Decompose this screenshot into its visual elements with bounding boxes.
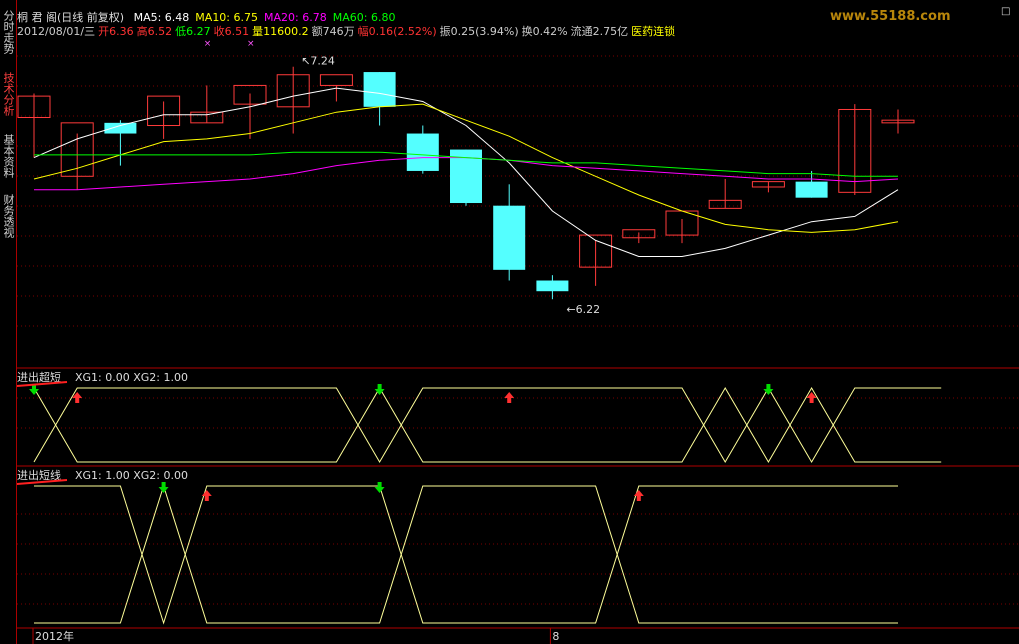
arrow-shaft bbox=[377, 482, 382, 487]
watermark: www.55188.com bbox=[830, 9, 951, 24]
indicator-values: XG1: 0.00 XG2: 1.00 bbox=[75, 371, 188, 384]
arrow-head bbox=[633, 490, 644, 496]
indicator-title: 进出短线 bbox=[17, 468, 61, 482]
candle-body bbox=[493, 205, 526, 270]
candle-body bbox=[104, 122, 137, 134]
x-tick-label: 8 bbox=[552, 630, 559, 643]
low-price-label: ←6.22 bbox=[566, 303, 600, 316]
quote-info-line: 2012/08/01/三 开6.36 高6.52 低6.27 收6.51 量11600.2… bbox=[17, 23, 678, 39]
quote-field: 高6.52 bbox=[136, 25, 173, 38]
candle-body bbox=[319, 74, 353, 86]
quote-field: 收6.51 bbox=[213, 25, 250, 38]
quote-field: 振0.25(3.94%) bbox=[439, 25, 519, 38]
indicator-values: XG1: 1.00 XG2: 0.00 bbox=[75, 469, 188, 482]
indicator-title: 进出超短 bbox=[17, 370, 61, 384]
arrow-head bbox=[806, 392, 817, 398]
arrow-head bbox=[72, 392, 83, 398]
high-price-label: ↖7.24 bbox=[301, 55, 335, 68]
quote-field: 2012/08/01/三 bbox=[17, 25, 96, 38]
quote-field: 额746万 bbox=[311, 25, 355, 38]
signal-marker: × bbox=[247, 39, 255, 49]
arrow-head bbox=[374, 487, 385, 493]
quote-field: 换0.42% bbox=[521, 25, 568, 38]
arrow-shaft bbox=[204, 496, 209, 501]
buy-arrow-icon bbox=[504, 392, 515, 403]
arrow-shaft bbox=[766, 384, 771, 389]
arrow-shaft bbox=[636, 496, 641, 501]
x-tick-label: 2012年 bbox=[35, 629, 74, 643]
candle-body bbox=[536, 280, 569, 292]
arrow-shaft bbox=[377, 384, 382, 389]
arrow-shaft bbox=[75, 398, 80, 403]
arrow-head bbox=[504, 392, 515, 398]
maximize-icon[interactable]: □ bbox=[1001, 6, 1015, 18]
quote-field: 低6.27 bbox=[175, 25, 211, 38]
sell-arrow-icon bbox=[158, 482, 169, 493]
buy-arrow-icon bbox=[633, 490, 644, 501]
candle-body bbox=[795, 181, 828, 198]
candle-body bbox=[363, 72, 396, 107]
quote-field: 量11600.2 bbox=[252, 25, 309, 38]
sell-arrow-icon bbox=[374, 482, 385, 493]
arrow-shaft bbox=[161, 482, 166, 487]
quote-field: 医药连锁 bbox=[631, 25, 676, 38]
signal-marker: × bbox=[204, 39, 212, 49]
indicator-line-xg2 bbox=[34, 484, 898, 624]
quote-field: 幅0.16(2.52%) bbox=[357, 25, 437, 38]
candle-body bbox=[406, 133, 439, 171]
arrow-shaft bbox=[809, 398, 814, 403]
quote-field: 流通2.75亿 bbox=[570, 25, 629, 38]
buy-arrow-icon bbox=[201, 490, 212, 501]
indicator-line-xg1 bbox=[34, 485, 898, 625]
arrow-shaft bbox=[507, 398, 512, 403]
arrow-head bbox=[158, 487, 169, 493]
arrow-head bbox=[201, 490, 212, 496]
stock-chart[interactable]: ↖7.24 ←6.22 × × 进出超短 XG1: 0.00 XG2: 1.00 进出短线 X… bbox=[0, 0, 1019, 644]
quote-field: 开6.36 bbox=[98, 25, 134, 38]
